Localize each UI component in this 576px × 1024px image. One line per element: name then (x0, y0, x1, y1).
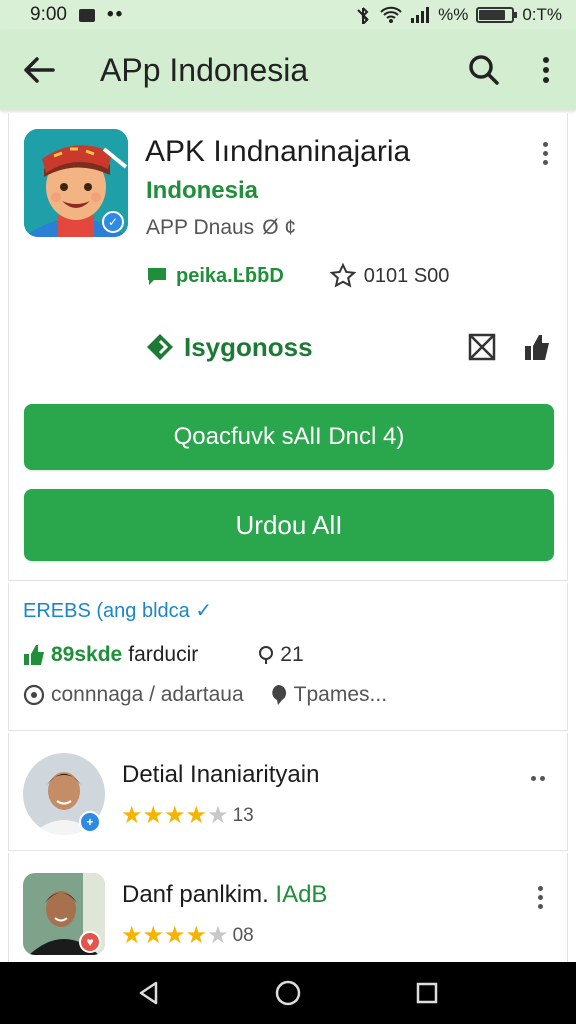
system-nav-bar (0, 962, 576, 1024)
info-card: EREBS (ang bldca ✓ 89skde farducir 21 con… (8, 583, 568, 731)
nav-recents-icon (416, 982, 437, 1004)
stat-left[interactable]: peika.ĿƃƃD (146, 265, 284, 288)
rating-count: 08 (232, 924, 254, 946)
stat-right-text: 0101 S00 (363, 264, 450, 287)
signal-icon (411, 7, 430, 23)
back-button[interactable] (0, 30, 78, 110)
star-filled-icon: ★ (121, 922, 143, 949)
chat-icon (148, 268, 166, 285)
nav-home-button[interactable] (258, 962, 318, 1024)
primary-action-button[interactable]: Qoacfuvk sAlI Dncl 4) (24, 404, 554, 470)
reviewer-name-accent: IAdB (275, 881, 328, 908)
nav-recents-button[interactable] (397, 962, 457, 1024)
search-button[interactable] (452, 30, 516, 110)
badge-icon: ♥ (79, 931, 101, 953)
app-meta: APP Dnaus Ø ¢ (146, 216, 296, 240)
nav-back-icon (140, 981, 158, 1005)
battery-icon (476, 7, 518, 23)
overflow-menu-button[interactable] (516, 30, 576, 110)
star-filled-icon: ★ (185, 802, 208, 829)
status-time: 9:00 (30, 4, 67, 25)
tag-row: Isygonoss (146, 325, 552, 369)
review-more-button[interactable] (525, 877, 555, 917)
battery-text: 0:T% (522, 5, 562, 24)
signal-text: %% (438, 5, 469, 24)
nav-home-icon (275, 980, 301, 1006)
page-title: APp Indonesia (100, 51, 309, 88)
star-filled-icon: ★ (121, 802, 143, 829)
reviewer-name-text: Danf panlkim. (122, 881, 269, 908)
tag-label[interactable]: Isygonoss (184, 332, 313, 363)
thumb-up-icon (24, 645, 44, 665)
app-more-button[interactable] (530, 133, 560, 173)
review-item[interactable]: + Detial Inaniarityain ★★★★★ 13 (8, 733, 568, 851)
info-row-stats: 89skde farducir 21 (23, 643, 304, 667)
stat-row: peika.ĿƃƃD 0101 S00 (146, 263, 449, 289)
reviewer-name: Danf panlkim. IAdB (122, 881, 327, 909)
verified-icon: ✓ (102, 211, 124, 233)
star-filled-icon: ★ (185, 922, 208, 949)
share-icon[interactable] (522, 332, 552, 362)
info-row-location: connnaga / adartaua Tpames... (23, 683, 387, 707)
comments-text[interactable]: Tpames... (294, 683, 387, 707)
star-filled-icon: ★ (164, 922, 186, 949)
star-rating: ★★★★★ 08 (121, 921, 254, 950)
bluetooth-off-icon (357, 7, 369, 24)
rating-count: 13 (232, 804, 254, 826)
location-text[interactable]: connnaga / adartaua (51, 683, 244, 707)
app-bar: APp Indonesia (0, 30, 576, 110)
star-filled-icon: ★ (142, 802, 165, 829)
app-icon[interactable]: ✓ (24, 129, 128, 237)
likes-value: 89skde (51, 643, 123, 666)
cross-box-icon[interactable] (468, 333, 496, 361)
stat-right[interactable]: 0101 S00 (329, 263, 450, 289)
secondary-action-button[interactable]: Urdou AlI (24, 489, 554, 561)
wifi-icon (380, 6, 402, 23)
nav-back-button[interactable] (119, 962, 179, 1024)
likes-label: farducir (128, 643, 199, 666)
search-icon (469, 55, 499, 85)
likes-stat: 89skde farducir (23, 643, 198, 667)
reviewer-name-text: Detial Inaniarityain (122, 761, 320, 788)
status-bar: 9:00 •• %% 0:T% (0, 0, 576, 30)
back-arrow-icon (24, 57, 55, 83)
review-item[interactable]: ♥ Danf panlkim. IAdB ★★★★★ 08 (8, 853, 568, 962)
star-empty-icon: ★ (207, 922, 229, 949)
notification-dots: •• (106, 4, 125, 25)
app-meta-suffix: Ø ¢ (262, 216, 297, 239)
star-empty-icon: ★ (207, 802, 229, 829)
app-name: APK Iındnaninajaria (145, 135, 411, 168)
verified-icon: + (79, 811, 101, 833)
star-rating: ★★★★★ 13 (121, 801, 254, 830)
star-outline-icon (329, 263, 356, 288)
review-more-button[interactable] (523, 763, 553, 793)
photo-notification-icon (78, 8, 95, 22)
developer-link[interactable]: Indonesia (146, 177, 258, 205)
more-vert-icon (531, 50, 561, 90)
pin-outline-icon (259, 646, 274, 664)
comment-icon (271, 684, 286, 705)
app-meta-text: APP Dnaus (146, 216, 255, 239)
app-header-card: ✓ APK Iındnaninajaria Indonesia APP Dnau… (8, 113, 568, 581)
star-filled-icon: ★ (142, 922, 165, 949)
info-link[interactable]: EREBS (ang bldca ✓ (23, 598, 212, 623)
reviews-stat: 21 (256, 643, 304, 667)
tag-icon (147, 334, 173, 360)
reviewer-name: Detial Inaniarityain (122, 761, 319, 789)
stat-left-text: peika.ĿƃƃD (176, 264, 284, 287)
reviews-count: 21 (280, 643, 304, 666)
star-filled-icon: ★ (164, 802, 186, 829)
location-icon (23, 684, 45, 706)
